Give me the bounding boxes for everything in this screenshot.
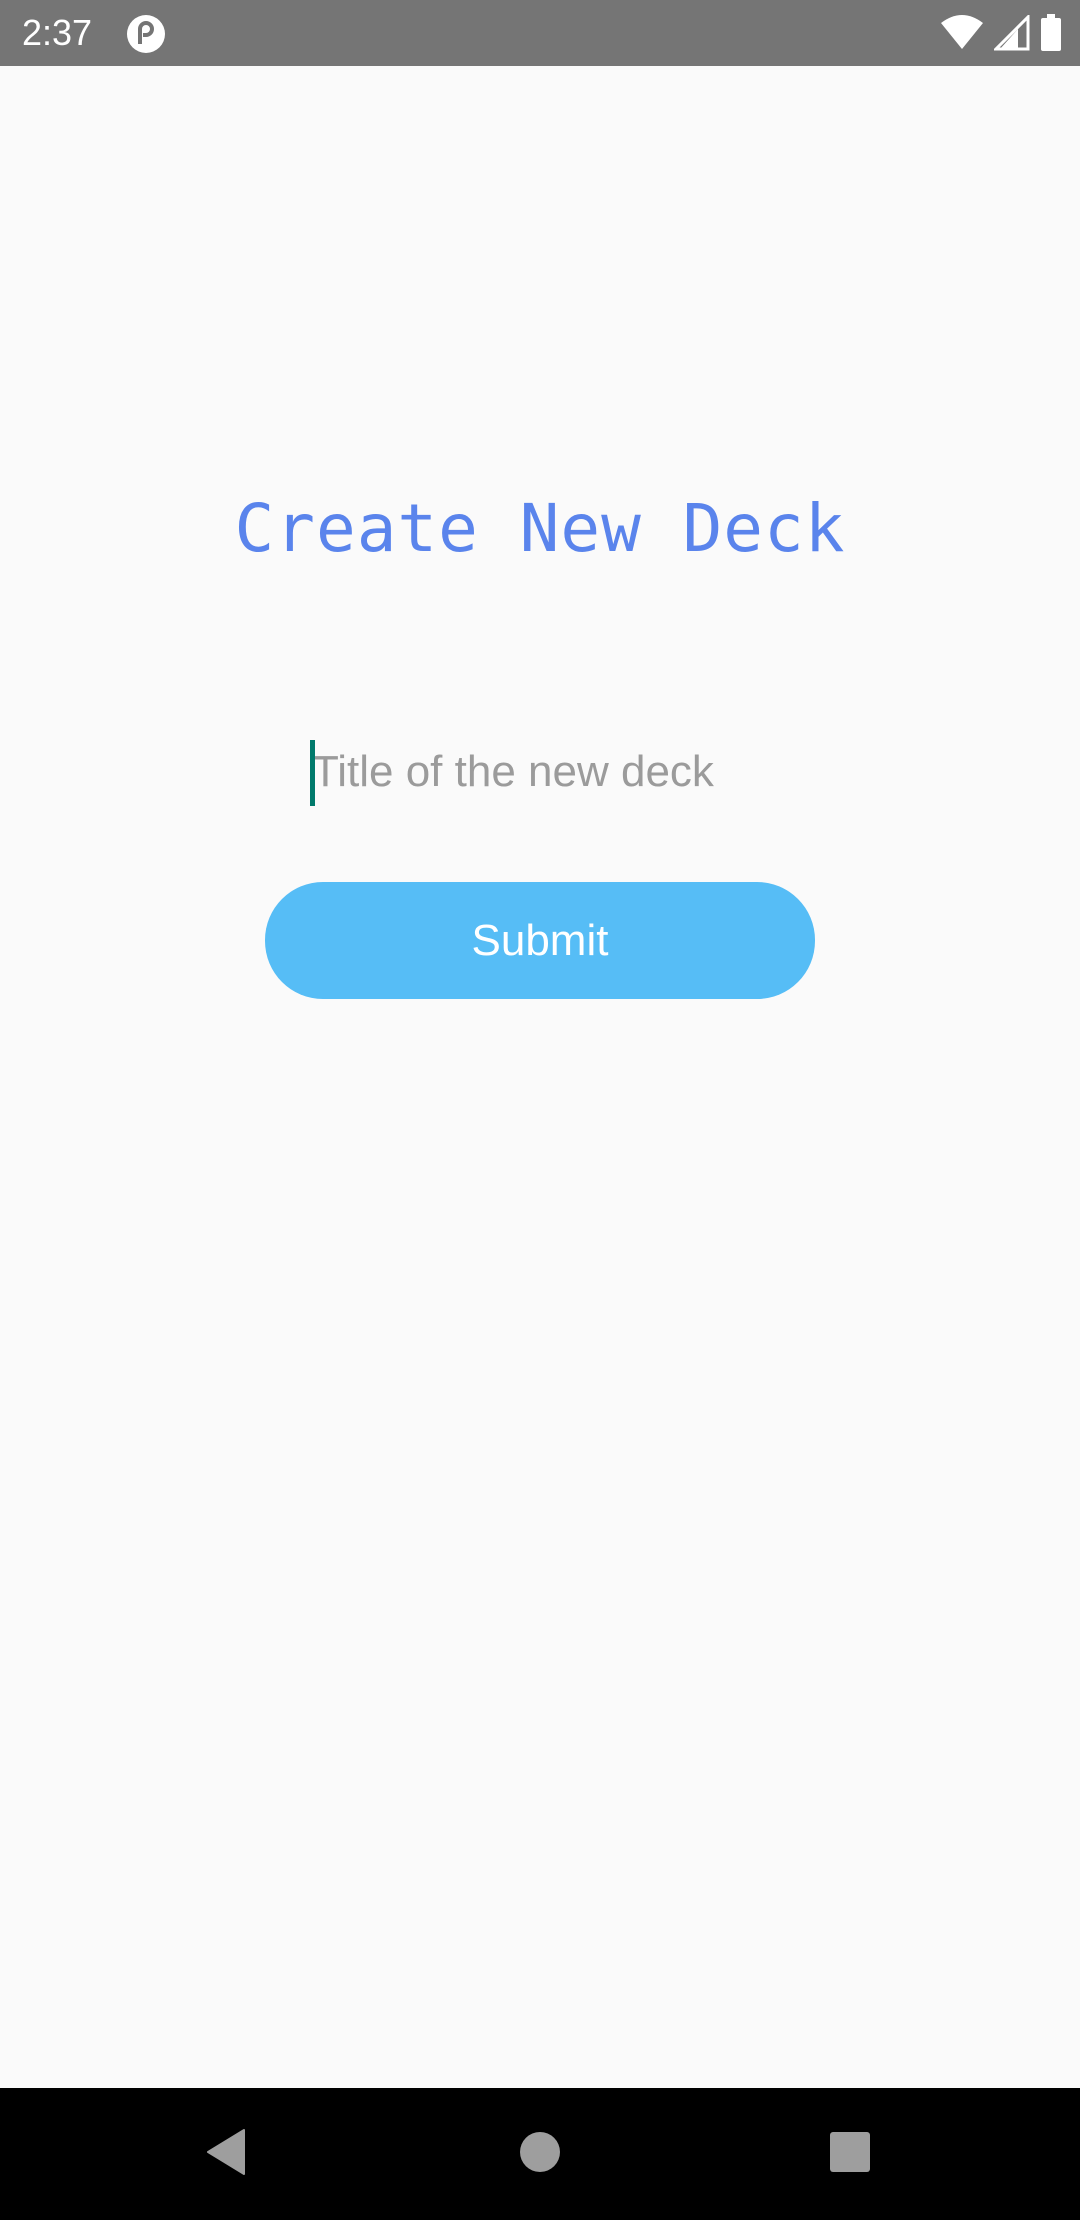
pocket-casts-icon <box>126 14 166 54</box>
submit-button[interactable]: Submit <box>265 882 815 999</box>
back-icon <box>204 2128 248 2181</box>
page-title: Create New Deck <box>234 490 846 567</box>
status-bar: 2:37 <box>0 0 1080 66</box>
back-button[interactable] <box>160 2088 292 2220</box>
deck-title-input[interactable] <box>310 736 772 808</box>
home-icon <box>518 2130 562 2179</box>
screen: 2:37 Create New Deck Title of the new de… <box>0 0 1080 2220</box>
deck-title-field[interactable] <box>310 736 772 808</box>
status-icons <box>940 13 1062 53</box>
battery-icon <box>1040 14 1062 52</box>
navigation-bar <box>0 2088 1080 2220</box>
status-time: 2:37 <box>22 12 93 53</box>
recents-button[interactable] <box>784 2088 916 2220</box>
recents-icon <box>829 2131 871 2178</box>
wifi-icon <box>940 15 984 51</box>
home-button[interactable] <box>474 2088 606 2220</box>
cell-signal-icon <box>994 15 1030 51</box>
text-cursor <box>310 740 315 806</box>
